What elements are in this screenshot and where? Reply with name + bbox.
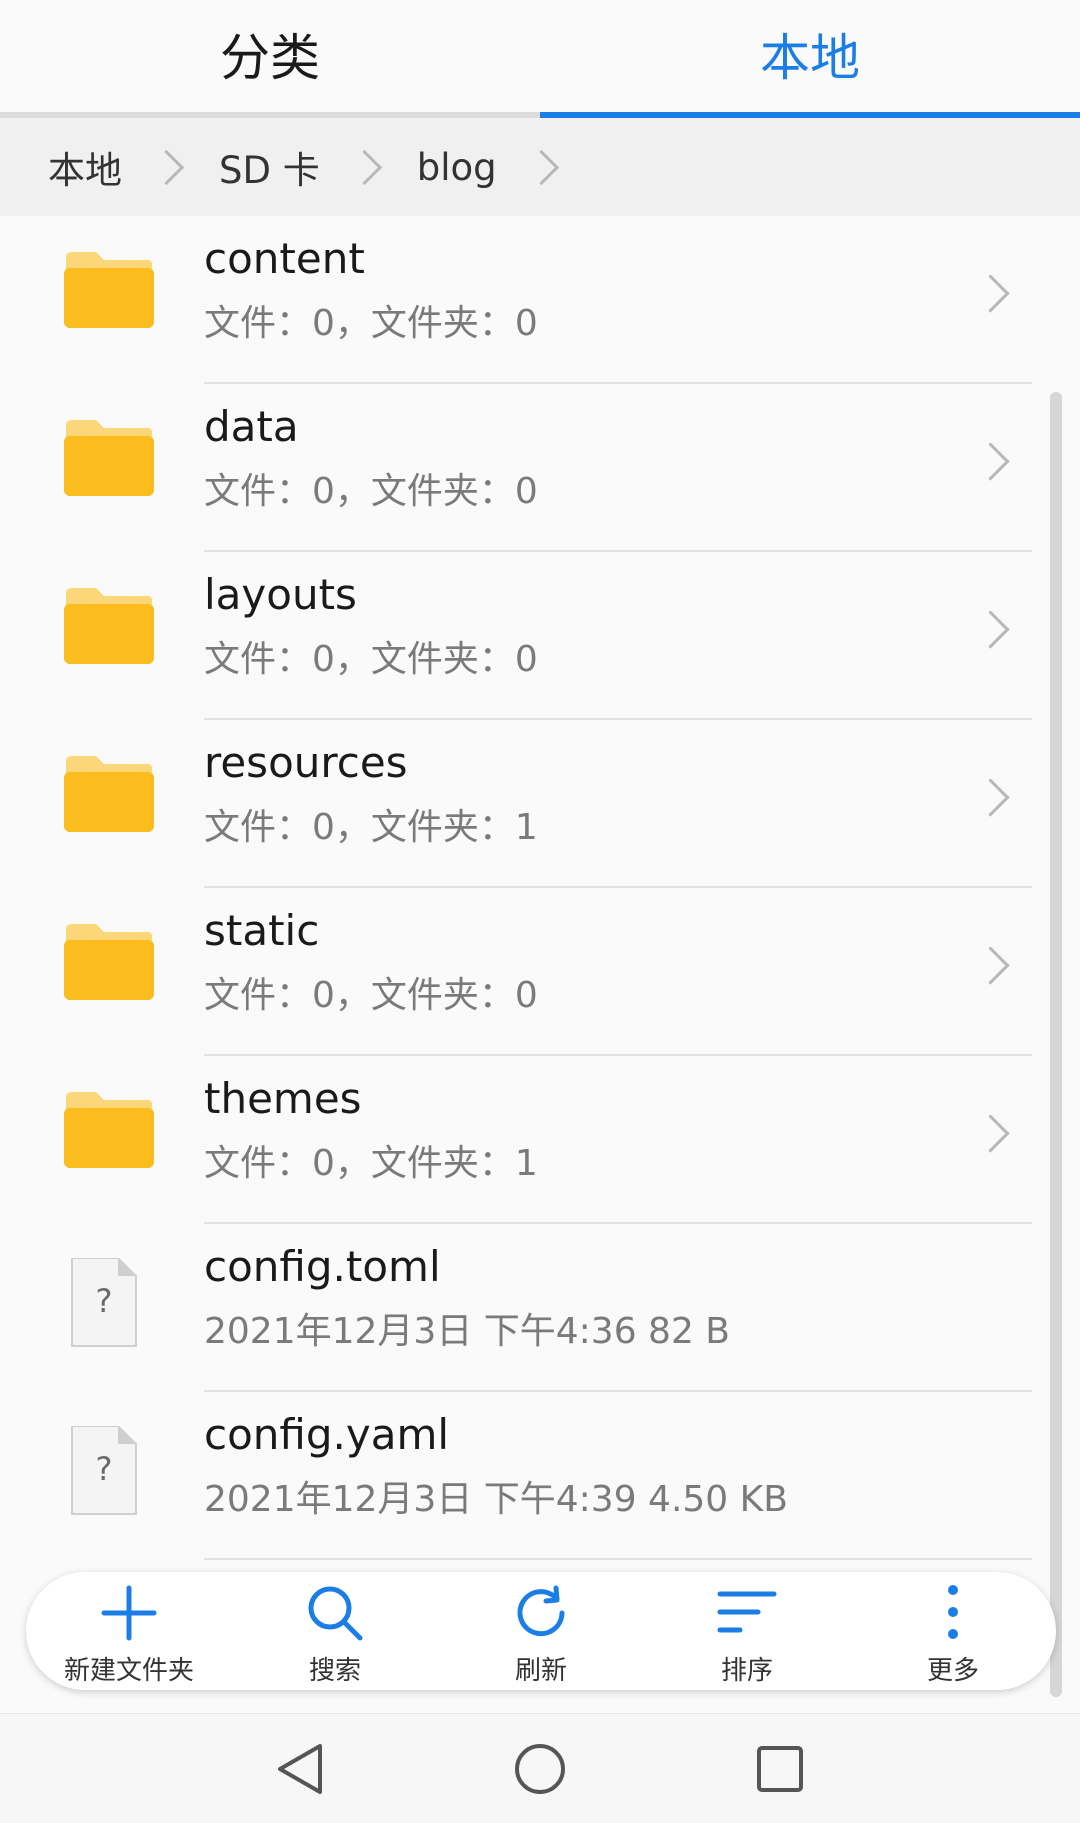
- folder-icon: [62, 754, 154, 834]
- unknown-file-icon: ?: [62, 1425, 154, 1515]
- item-meta: 文件：0，文件夹：0: [204, 471, 538, 512]
- item-name: config.toml: [204, 1242, 441, 1291]
- chevron-right-icon: [523, 149, 559, 185]
- svg-text:?: ?: [96, 1282, 113, 1320]
- item-meta: 2021年12月3日 下午4:36 82 B: [204, 1311, 731, 1352]
- tab-categories-label: 分类: [220, 29, 320, 87]
- list-item-file[interactable]: ? config.toml 2021年12月3日 下午4:36 82 B: [0, 1224, 1080, 1392]
- list-item-folder[interactable]: layouts 文件：0，文件夹：0: [0, 552, 1080, 720]
- list-item-file[interactable]: ? config.yaml 2021年12月3日 下午4:39 4.50 KB: [0, 1392, 1080, 1560]
- breadcrumb-sd-card[interactable]: SD 卡: [219, 140, 320, 194]
- list-item-folder[interactable]: content 文件：0，文件夹：0: [0, 216, 1080, 384]
- item-name: themes: [204, 1074, 362, 1123]
- list-item-folder[interactable]: static 文件：0，文件夹：0: [0, 888, 1080, 1056]
- item-name: layouts: [204, 570, 357, 619]
- tab-categories[interactable]: 分类: [0, 0, 540, 118]
- sort-icon: [717, 1591, 777, 1633]
- item-meta: 文件：0，文件夹：0: [204, 303, 538, 344]
- chevron-right-icon: [346, 149, 382, 185]
- svg-text:?: ?: [96, 1450, 113, 1488]
- folder-icon: [62, 922, 154, 1002]
- chevron-right-icon: [971, 610, 1010, 649]
- list-item-folder[interactable]: themes 文件：0，文件夹：1: [0, 1056, 1080, 1224]
- breadcrumb-blog[interactable]: blog: [417, 146, 497, 189]
- refresh-label: 刷新: [514, 1656, 567, 1686]
- divider: [204, 1558, 1032, 1560]
- tab-local[interactable]: 本地: [540, 0, 1080, 118]
- item-name: static: [204, 906, 320, 955]
- search-label: 搜索: [308, 1656, 361, 1686]
- item-meta: 文件：0，文件夹：1: [204, 1143, 538, 1184]
- folder-icon: [62, 418, 154, 498]
- item-name: resources: [204, 738, 408, 787]
- file-list: content 文件：0，文件夹：0 data 文件：0，文件夹：0 layou…: [0, 216, 1080, 1560]
- refresh-icon: [517, 1585, 565, 1637]
- list-item-folder[interactable]: resources 文件：0，文件夹：1: [0, 720, 1080, 888]
- chevron-right-icon: [971, 1114, 1010, 1153]
- item-name: config.yaml: [204, 1410, 450, 1459]
- item-meta: 文件：0，文件夹：0: [204, 639, 538, 680]
- chevron-right-icon: [971, 778, 1010, 817]
- chevron-right-icon: [971, 274, 1010, 313]
- action-toolbar: 新建文件夹 搜索 刷新 排序 更多: [26, 1572, 1056, 1690]
- item-meta: 文件：0，文件夹：0: [204, 975, 538, 1016]
- tab-local-label: 本地: [760, 29, 860, 87]
- more-button[interactable]: 更多: [857, 1572, 1049, 1690]
- item-meta: 2021年12月3日 下午4:39 4.50 KB: [204, 1479, 788, 1520]
- chevron-right-icon: [971, 442, 1010, 481]
- breadcrumb: 本地 SD 卡 blog: [0, 118, 1080, 216]
- more-vertical-icon: [948, 1585, 958, 1639]
- search-button[interactable]: 搜索: [239, 1572, 431, 1690]
- new-folder-button[interactable]: 新建文件夹: [33, 1572, 225, 1690]
- plus-icon: [101, 1585, 157, 1641]
- chevron-right-icon: [971, 946, 1010, 985]
- unknown-file-icon: ?: [62, 1257, 154, 1347]
- item-meta: 文件：0，文件夹：1: [204, 807, 538, 848]
- home-icon[interactable]: [500, 1734, 580, 1804]
- back-icon[interactable]: [262, 1734, 342, 1804]
- folder-icon: [62, 586, 154, 666]
- file-manager-app: 分类 本地 本地 SD 卡 blog content 文件：0，文件夹：0 da…: [0, 0, 1080, 1823]
- tab-bar: 分类 本地: [0, 0, 1080, 118]
- folder-icon: [62, 1090, 154, 1170]
- more-label: 更多: [926, 1656, 979, 1686]
- sort-button[interactable]: 排序: [651, 1572, 843, 1690]
- item-name: content: [204, 234, 365, 283]
- folder-icon: [62, 250, 154, 330]
- breadcrumb-local[interactable]: 本地: [48, 140, 122, 194]
- list-item-folder[interactable]: data 文件：0，文件夹：0: [0, 384, 1080, 552]
- refresh-button[interactable]: 刷新: [445, 1572, 637, 1690]
- sort-label: 排序: [720, 1656, 773, 1686]
- scrollbar[interactable]: [1050, 392, 1062, 1697]
- recents-icon[interactable]: [740, 1734, 820, 1804]
- item-name: data: [204, 402, 299, 451]
- new-folder-label: 新建文件夹: [63, 1656, 194, 1686]
- chevron-right-icon: [148, 149, 185, 185]
- search-icon: [308, 1586, 363, 1641]
- system-nav-bar: [0, 1713, 1080, 1823]
